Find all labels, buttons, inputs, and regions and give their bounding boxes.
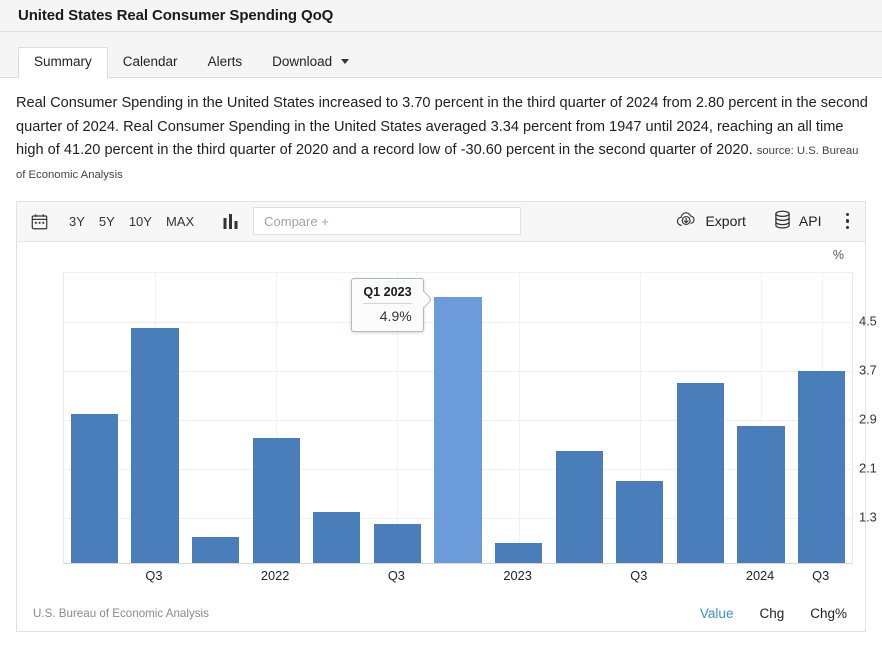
series-tab-value[interactable]: Value	[700, 606, 734, 621]
y-axis-unit-label: %	[832, 247, 844, 262]
range-button-5y[interactable]: 5Y	[92, 210, 122, 233]
summary-description: Real Consumer Spending in the United Sta…	[0, 78, 882, 197]
chart-tooltip: Q1 2023 4.9%	[351, 278, 433, 333]
x-axis-tick-label: Q3	[145, 567, 163, 583]
tab-calendar-label: Calendar	[122, 54, 178, 69]
range-button-10y[interactable]: 10Y	[122, 210, 159, 233]
compare-input[interactable]	[253, 207, 522, 236]
y-axis-tick-label: 1.3	[859, 509, 877, 525]
chart-bar[interactable]	[737, 426, 785, 563]
x-axis-tick-label: 2024	[745, 567, 775, 583]
y-axis-tick-label: 2.1	[859, 460, 877, 476]
chart-card: 3Y 5Y 10Y MAX Export	[16, 200, 877, 632]
chart-bar[interactable]	[70, 413, 118, 563]
x-axis-tick-label: Q3	[630, 567, 648, 583]
series-tab-chgpct[interactable]: Chg%	[810, 606, 847, 621]
chart-toolbar: 3Y 5Y 10Y MAX Export	[17, 201, 866, 242]
tab-calendar[interactable]: Calendar	[108, 48, 193, 78]
tooltip-value: 4.9%	[379, 308, 412, 325]
tab-download[interactable]: Download	[257, 48, 364, 78]
api-label: API	[798, 213, 822, 230]
tab-alerts-label: Alerts	[207, 54, 243, 69]
chart-bar[interactable]	[555, 450, 603, 563]
page-header: United States Real Consumer Spending QoQ	[0, 0, 882, 32]
series-tab-chg[interactable]: Chg	[759, 606, 784, 621]
main-tabbar: Summary Calendar Alerts Download	[0, 32, 882, 79]
export-label: Export	[705, 213, 746, 230]
x-axis-tick-label: 2023	[503, 567, 532, 583]
chart-plot: % 4.5 3.7 2.9 2.1 1.3 Q3 2022 Q3 2023 Q3 2024 Q3 Q1…	[17, 241, 877, 597]
chart-bar[interactable]	[313, 512, 361, 563]
api-button[interactable]: API	[760, 210, 836, 232]
range-button-max[interactable]: MAX	[159, 210, 201, 233]
y-axis-tick-label: 4.5	[859, 313, 877, 329]
tab-download-label: Download	[272, 54, 333, 69]
chart-bar[interactable]	[191, 536, 240, 563]
tab-alerts[interactable]: Alerts	[193, 48, 258, 78]
x-axis-tick-label: Q3	[387, 567, 405, 583]
database-icon	[774, 210, 791, 232]
export-button[interactable]: Export	[662, 211, 759, 231]
range-buttons: 3Y 5Y 10Y MAX	[62, 210, 201, 233]
x-axis-tick-label: Q3	[812, 567, 830, 583]
chart-bar[interactable]	[494, 542, 543, 563]
vertical-gridline	[518, 272, 520, 563]
chart-bar[interactable]	[676, 383, 725, 563]
page-title: United States Real Consumer Spending QoQ	[18, 7, 334, 24]
chart-bar[interactable]	[373, 524, 421, 563]
chart-bar[interactable]	[616, 481, 664, 563]
chart-bar[interactable]	[434, 297, 482, 563]
chart-bar[interactable]	[131, 327, 179, 563]
description-body: Real Consumer Spending in the United Sta…	[16, 95, 868, 159]
chart-bar[interactable]	[252, 438, 300, 563]
calendar-icon[interactable]	[17, 213, 62, 230]
chevron-down-icon	[340, 59, 349, 64]
range-button-3y[interactable]: 3Y	[62, 210, 92, 233]
chart-footer: U.S. Bureau of Economic Analysis Value C…	[17, 596, 865, 631]
cloud-download-icon	[676, 211, 697, 231]
tab-summary[interactable]: Summary	[18, 47, 108, 79]
y-axis-tick-label: 3.7	[859, 362, 877, 378]
tab-summary-label: Summary	[34, 54, 92, 69]
vertical-dots-icon[interactable]	[836, 212, 866, 230]
y-axis-tick-label: 2.9	[859, 411, 877, 427]
x-axis-tick-label: 2022	[260, 567, 290, 583]
bar-chart-icon[interactable]	[201, 213, 253, 229]
chart-source-label: U.S. Bureau of Economic Analysis	[33, 607, 209, 621]
tooltip-title: Q1 2023	[363, 285, 412, 305]
chart-bar[interactable]	[798, 370, 846, 563]
plot-area[interactable]	[63, 271, 853, 564]
